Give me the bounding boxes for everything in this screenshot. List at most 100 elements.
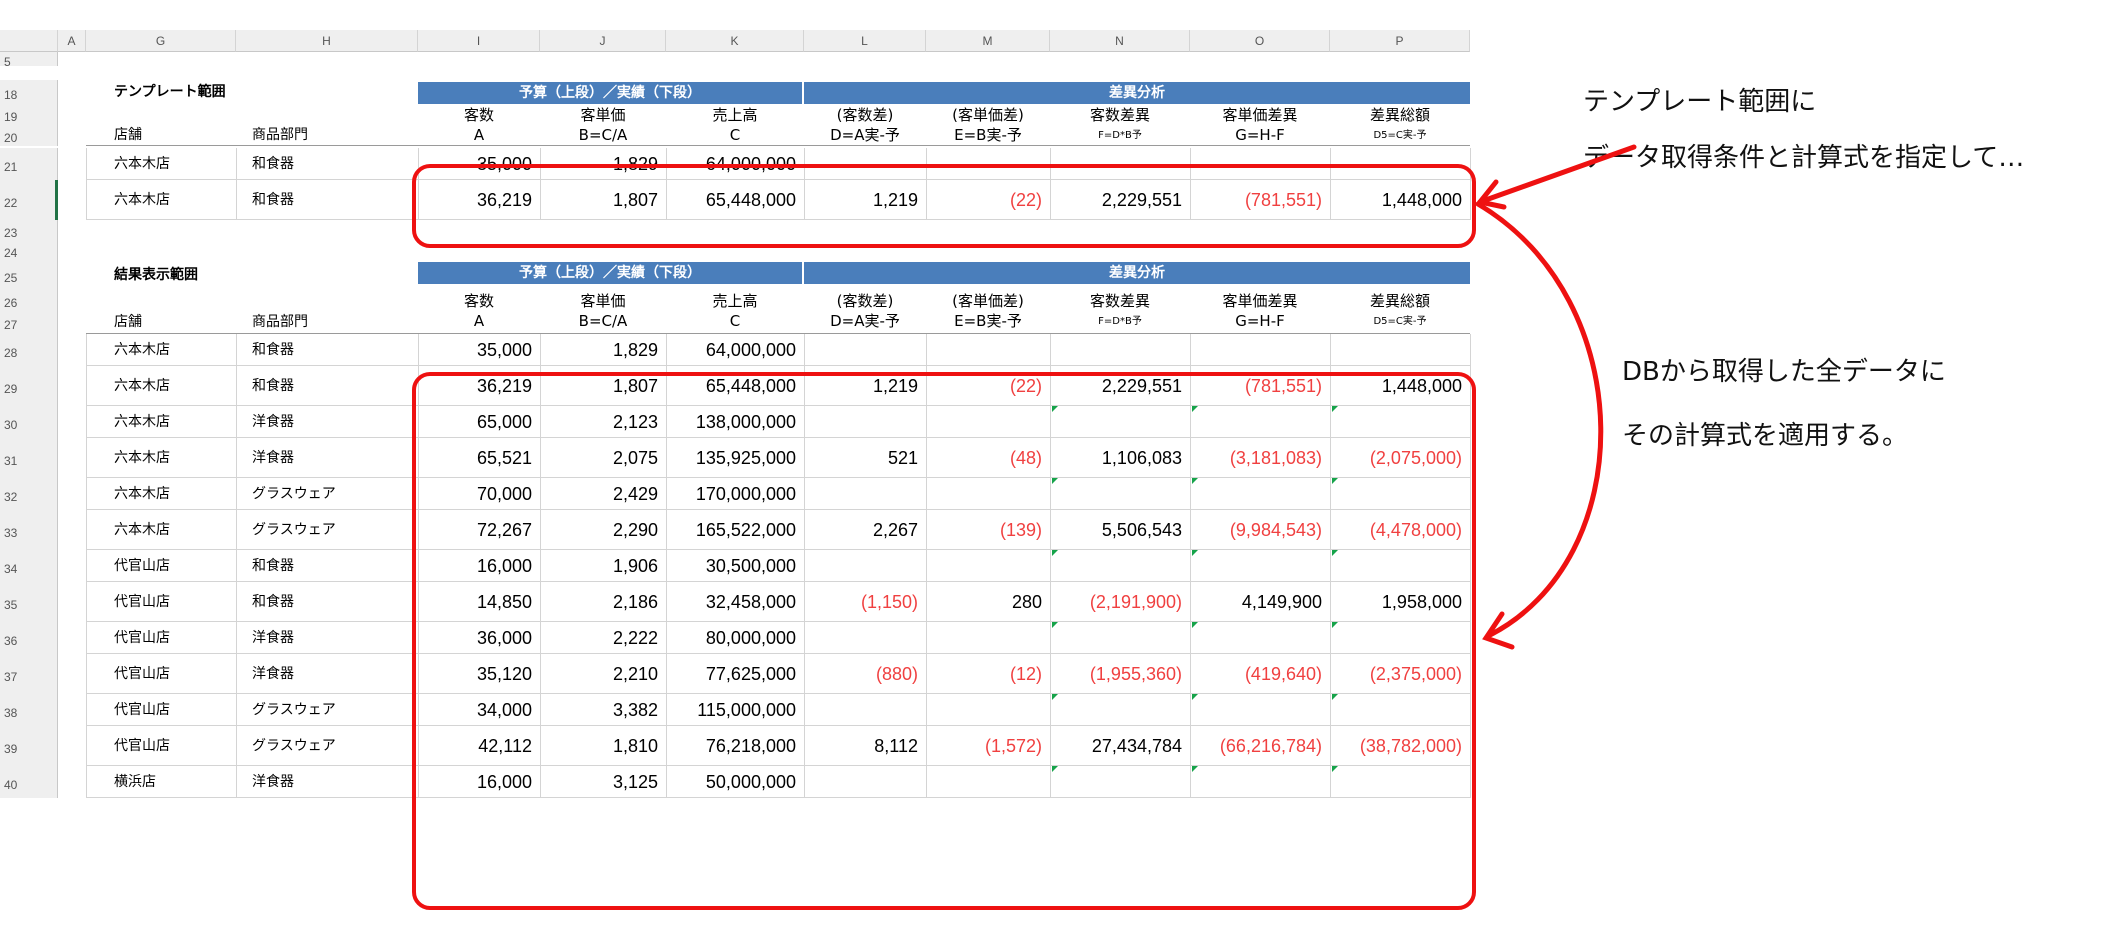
result-row-6-col-5[interactable] [1050,550,1190,582]
result-row-0-col-3[interactable] [804,334,926,366]
result-row-12-col-2[interactable]: 50,000,000 [666,766,804,798]
result-row-4-col-5[interactable] [1050,478,1190,510]
result-row-8-store[interactable]: 代官山店 [86,622,236,654]
template-row-0-dept[interactable]: 和食器 [236,148,418,180]
result-row-7-col-4[interactable]: 280 [926,582,1050,622]
result-row-11-dept[interactable]: グラスウェア [236,726,418,766]
result-row-9-col-5[interactable]: (1,955,360) [1050,654,1190,694]
column-header-M[interactable]: M [926,30,1050,52]
result-row-5-col-1[interactable]: 2,290 [540,510,666,550]
result-row-11-col-0[interactable]: 42,112 [418,726,540,766]
column-header-A[interactable]: A [58,30,86,52]
result-row-3-col-0[interactable]: 65,521 [418,438,540,478]
column-header-J[interactable]: J [540,30,666,52]
result-row-4-store[interactable]: 六本木店 [86,478,236,510]
result-row-9-col-2[interactable]: 77,625,000 [666,654,804,694]
result-row-9-col-0[interactable]: 35,120 [418,654,540,694]
result-row-8-col-4[interactable] [926,622,1050,654]
result-row-1-col-7[interactable]: 1,448,000 [1330,366,1470,406]
column-header-N[interactable]: N [1050,30,1190,52]
result-row-12-col-3[interactable] [804,766,926,798]
result-row-6-col-3[interactable] [804,550,926,582]
result-row-12-col-4[interactable] [926,766,1050,798]
result-row-6-col-7[interactable] [1330,550,1470,582]
result-row-9-col-1[interactable]: 2,210 [540,654,666,694]
result-row-9-store[interactable]: 代官山店 [86,654,236,694]
result-row-2-col-0[interactable]: 65,000 [418,406,540,438]
result-row-1-store[interactable]: 六本木店 [86,366,236,406]
result-row-9-col-6[interactable]: (419,640) [1190,654,1330,694]
template-row-0-store[interactable]: 六本木店 [86,148,236,180]
result-row-5-dept[interactable]: グラスウェア [236,510,418,550]
result-row-10-col-1[interactable]: 3,382 [540,694,666,726]
row-header-19[interactable]: 19 [0,104,58,124]
result-row-9-col-4[interactable]: (12) [926,654,1050,694]
result-row-8-col-5[interactable] [1050,622,1190,654]
result-row-0-col-4[interactable] [926,334,1050,366]
column-header-K[interactable]: K [666,30,804,52]
result-row-0-col-6[interactable] [1190,334,1330,366]
result-row-3-dept[interactable]: 洋食器 [236,438,418,478]
result-row-12-col-0[interactable]: 16,000 [418,766,540,798]
result-row-0-col-2[interactable]: 64,000,000 [666,334,804,366]
result-row-12-dept[interactable]: 洋食器 [236,766,418,798]
column-header-I[interactable]: I [418,30,540,52]
result-row-8-col-2[interactable]: 80,000,000 [666,622,804,654]
result-row-7-col-3[interactable]: (1,150) [804,582,926,622]
result-row-5-col-0[interactable]: 72,267 [418,510,540,550]
result-row-4-col-4[interactable] [926,478,1050,510]
result-row-7-dept[interactable]: 和食器 [236,582,418,622]
row-header-40[interactable]: 40 [0,766,58,798]
template-row-0-col-7[interactable] [1330,148,1470,180]
row-header-5[interactable]: 5 [0,52,58,69]
result-row-6-col-1[interactable]: 1,906 [540,550,666,582]
template-row-1-col-3[interactable]: 1,219 [804,180,926,220]
result-row-2-dept[interactable]: 洋食器 [236,406,418,438]
result-row-11-col-3[interactable]: 8,112 [804,726,926,766]
result-row-0-store[interactable]: 六本木店 [86,334,236,366]
result-row-5-col-4[interactable]: (139) [926,510,1050,550]
result-row-7-col-1[interactable]: 2,186 [540,582,666,622]
row-header-35[interactable]: 35 [0,582,58,622]
row-header-25[interactable]: 25 [0,260,58,290]
result-row-1-col-1[interactable]: 1,807 [540,366,666,406]
result-row-11-store[interactable]: 代官山店 [86,726,236,766]
result-row-8-col-6[interactable] [1190,622,1330,654]
result-row-6-col-4[interactable] [926,550,1050,582]
result-row-2-col-4[interactable] [926,406,1050,438]
result-row-5-col-5[interactable]: 5,506,543 [1050,510,1190,550]
template-row-0-col-3[interactable] [804,148,926,180]
result-row-12-col-1[interactable]: 3,125 [540,766,666,798]
result-row-12-col-5[interactable] [1050,766,1190,798]
template-row-1-col-7[interactable]: 1,448,000 [1330,180,1470,220]
result-row-3-col-6[interactable]: (3,181,083) [1190,438,1330,478]
result-row-2-store[interactable]: 六本木店 [86,406,236,438]
row-header-38[interactable]: 38 [0,694,58,726]
column-header-G[interactable]: G [86,30,236,52]
result-row-12-store[interactable]: 横浜店 [86,766,236,798]
result-row-2-col-6[interactable] [1190,406,1330,438]
column-header-H[interactable]: H [236,30,418,52]
result-row-1-col-0[interactable]: 36,219 [418,366,540,406]
result-row-0-col-5[interactable] [1050,334,1190,366]
row-header-21[interactable]: 21 [0,148,58,180]
template-row-0-col-5[interactable] [1050,148,1190,180]
result-row-11-col-4[interactable]: (1,572) [926,726,1050,766]
result-row-4-dept[interactable]: グラスウェア [236,478,418,510]
result-row-10-col-5[interactable] [1050,694,1190,726]
row-header-28[interactable]: 28 [0,334,58,366]
select-all-corner[interactable] [0,30,58,52]
result-row-5-col-7[interactable]: (4,478,000) [1330,510,1470,550]
result-row-2-col-1[interactable]: 2,123 [540,406,666,438]
row-header-32[interactable]: 32 [0,478,58,510]
result-row-12-col-7[interactable] [1330,766,1470,798]
row-header-29[interactable]: 29 [0,366,58,406]
result-row-9-dept[interactable]: 洋食器 [236,654,418,694]
result-row-1-dept[interactable]: 和食器 [236,366,418,406]
row-header-37[interactable]: 37 [0,654,58,694]
result-row-10-col-2[interactable]: 115,000,000 [666,694,804,726]
result-row-1-col-3[interactable]: 1,219 [804,366,926,406]
result-row-8-col-7[interactable] [1330,622,1470,654]
result-row-0-col-0[interactable]: 35,000 [418,334,540,366]
row-header-31[interactable]: 31 [0,438,58,478]
